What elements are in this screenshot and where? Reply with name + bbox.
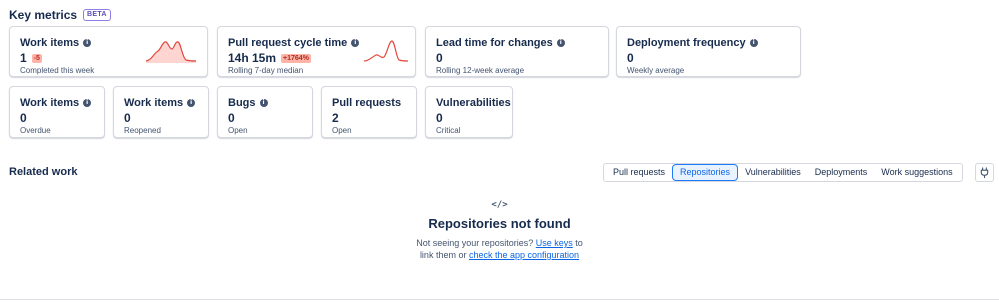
card-title: Deployment frequency (627, 37, 746, 49)
info-icon[interactable]: i (259, 99, 268, 107)
metric-card-work-items-overdue[interactable]: Work items i 0 Overdue (9, 86, 105, 138)
card-title: Work items (20, 97, 80, 109)
metric-subtitle: Rolling 7-day median (228, 66, 304, 75)
delta-badge: +1764% (281, 53, 311, 63)
metric-card-work-items-completed[interactable]: Work items i 1 -5 Completed this week (9, 26, 208, 77)
metric-card-deployment-frequency[interactable]: Deployment frequency i 0 Weekly average (616, 26, 801, 77)
metric-subtitle: Open (332, 126, 352, 135)
metric-value: 0 (228, 111, 235, 125)
info-icon[interactable]: i (351, 39, 360, 47)
beta-badge: BETA (83, 9, 111, 21)
card-title: Work items (20, 37, 80, 49)
metric-value: 0 (124, 111, 131, 125)
metric-value: 0 (436, 111, 443, 125)
card-title: Vulnerabilities (436, 97, 511, 109)
use-keys-link[interactable]: Use keys (536, 238, 573, 248)
metric-card-pull-requests[interactable]: Pull requests 2 Open (321, 86, 417, 138)
key-metrics-title: Key metrics (9, 8, 78, 22)
message-text: Not seeing your repositories? (416, 238, 536, 248)
metric-value: 0 (627, 51, 634, 65)
tab-deployments[interactable]: Deployments (808, 164, 875, 181)
empty-state-message: Not seeing your repositories? Use keys t… (410, 237, 590, 261)
tab-repositories[interactable]: Repositories (672, 164, 739, 181)
metric-value: 14h 15m (228, 51, 277, 65)
metric-card-bugs[interactable]: Bugs i 0 Open (217, 86, 313, 138)
card-title: Pull request cycle time (228, 37, 348, 49)
plug-icon (980, 167, 989, 178)
info-icon[interactable]: i (83, 39, 92, 47)
card-title: Pull requests (332, 97, 402, 109)
check-app-configuration-link[interactable]: check the app configuration (469, 250, 579, 260)
card-title: Lead time for changes (436, 37, 553, 49)
divider (0, 299, 999, 300)
metric-subtitle: Rolling 12-week average (436, 66, 525, 75)
metric-value: 0 (436, 51, 443, 65)
metric-subtitle: Critical (436, 126, 461, 135)
code-icon: </> (491, 200, 508, 210)
metric-subtitle: Weekly average (627, 66, 685, 75)
tab-pull-requests[interactable]: Pull requests (606, 164, 672, 181)
info-icon[interactable]: i (83, 99, 92, 107)
metric-card-lead-time[interactable]: Lead time for changes i 0 Rolling 12-wee… (425, 26, 609, 77)
empty-state-title: Repositories not found (428, 216, 571, 231)
metric-value: 2 (332, 111, 339, 125)
related-work-title: Related work (9, 166, 78, 178)
metric-card-vulnerabilities[interactable]: Vulnerabilities 0 Critical (425, 86, 513, 138)
empty-state: </> Repositories not found Not seeing yo… (0, 200, 999, 261)
info-icon[interactable]: i (749, 39, 758, 47)
metric-subtitle: Completed this week (20, 66, 95, 75)
card-title: Bugs (228, 97, 256, 109)
metric-value: 1 (20, 51, 27, 65)
metric-card-pr-cycle-time[interactable]: Pull request cycle time i 14h 15m +1764%… (217, 26, 416, 77)
metric-subtitle: Open (228, 126, 248, 135)
related-work-tabs: Pull requests Repositories Vulnerabiliti… (603, 163, 963, 182)
key-metrics-header: Key metrics BETA (9, 8, 111, 22)
metric-subtitle: Reopened (124, 126, 161, 135)
metric-value: 0 (20, 111, 27, 125)
info-icon[interactable]: i (187, 99, 196, 107)
sparkline-chart (146, 41, 196, 63)
tab-vulnerabilities[interactable]: Vulnerabilities (738, 164, 808, 181)
tab-work-suggestions[interactable]: Work suggestions (874, 164, 959, 181)
sparkline-chart (364, 40, 408, 62)
info-icon[interactable]: i (556, 39, 565, 47)
metric-card-work-items-reopened[interactable]: Work items i 0 Reopened (113, 86, 209, 138)
card-title: Work items (124, 97, 184, 109)
delta-badge: -5 (31, 53, 42, 63)
metric-subtitle: Overdue (20, 126, 51, 135)
connect-button[interactable] (975, 163, 994, 182)
